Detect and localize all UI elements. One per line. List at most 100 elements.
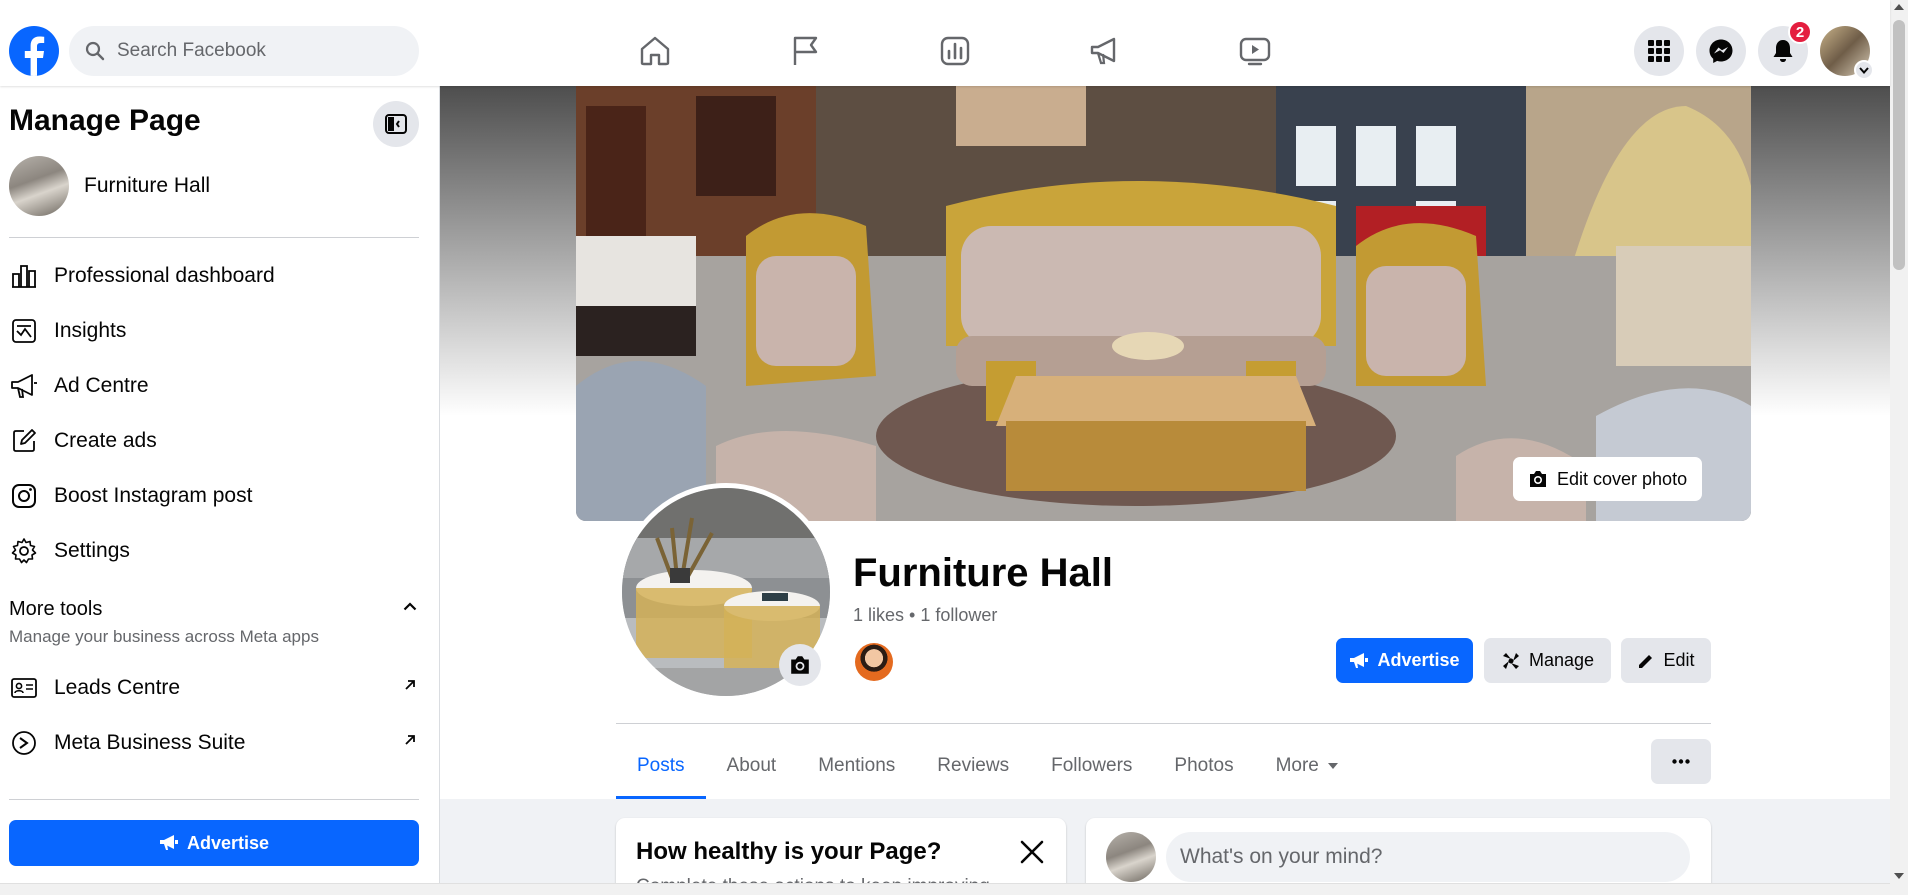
megaphone-icon [1349,652,1369,670]
home-icon [639,36,671,66]
external-link-icon [403,678,417,692]
messenger-icon [1708,38,1734,64]
sidebar-title: Manage Page [9,104,201,137]
advertise-button[interactable]: Advertise [1336,638,1473,683]
search-bar[interactable] [69,26,419,76]
camera-icon [1528,470,1548,488]
sidebar-page-switcher[interactable]: Furniture Hall [9,156,210,216]
tab-about[interactable]: About [706,733,798,799]
sidebar-item-boost-instagram[interactable]: Boost Instagram post [9,474,419,518]
cover-photo [576,86,1751,521]
tab-label: Reviews [937,755,1010,776]
sidebar-item-create-ads[interactable]: Create ads [9,419,419,463]
composer-input[interactable]: What's on your mind? [1166,832,1690,882]
nav-ads[interactable] [1030,22,1180,80]
external-link-icon [403,733,417,747]
tab-reviews[interactable]: Reviews [916,733,1030,799]
edit-button[interactable]: Edit [1621,638,1711,683]
tab-posts[interactable]: Posts [616,733,706,799]
chevron-up-icon[interactable] [403,602,417,611]
collapse-sidebar-button[interactable] [373,101,419,147]
contact-card-icon [9,673,39,703]
update-profile-picture-button[interactable] [779,644,821,686]
sidebar-toggle-icon [385,114,407,134]
watch-video-icon [1239,36,1271,66]
composer-avatar[interactable] [1106,832,1156,882]
more-options-button[interactable] [1651,739,1711,784]
instagram-icon [9,481,39,511]
tab-followers[interactable]: Followers [1030,733,1153,799]
sidebar-item-professional-dashboard[interactable]: Professional dashboard [9,254,419,298]
more-tools-section[interactable]: More tools Manage your business across M… [9,598,419,647]
edit-cover-photo-button[interactable]: Edit cover photo [1513,457,1703,501]
nav-pages[interactable] [730,22,880,80]
advertise-label: Advertise [1377,650,1460,670]
megaphone-icon [9,371,39,401]
dashboard-icon [9,261,39,291]
top-navigation-bar: 2 [0,0,1890,86]
manage-label: Manage [1528,650,1595,670]
ellipsis-icon [1672,759,1690,764]
messenger-button[interactable] [1696,26,1746,76]
pages-flag-icon [790,36,820,66]
caret-down-icon [1327,762,1339,770]
page-likes-followers[interactable]: 1 likes • 1 follower [853,605,997,626]
sidebar-advertise-button[interactable]: Advertise [9,820,419,866]
follower-avatar[interactable] [855,643,893,681]
tab-mentions[interactable]: Mentions [797,733,916,799]
edit-label: Edit [1663,650,1695,670]
nav-insights[interactable] [880,22,1030,80]
sidebar-item-label: Ad Centre [54,374,149,397]
notifications-button[interactable]: 2 [1758,20,1812,76]
tab-label: Followers [1051,755,1133,776]
sidebar-item-label: Meta Business Suite [54,731,246,754]
tab-more[interactable]: More [1255,733,1360,799]
search-input[interactable] [117,40,377,62]
grid-menu-icon [1648,40,1670,62]
facebook-logo-icon[interactable] [9,26,59,76]
sidebar-page-name: Furniture Hall [84,174,211,197]
sidebar-advertise-label: Advertise [186,832,270,853]
sidebar-item-meta-business-suite[interactable]: Meta Business Suite [9,721,419,765]
tab-photos[interactable]: Photos [1153,733,1254,799]
page-tabs: Posts About Mentions Reviews Followers P… [616,733,1360,799]
scroll-up-arrow[interactable] [1894,4,1904,10]
nav-home[interactable] [580,22,730,80]
sidebar-item-leads-centre[interactable]: Leads Centre [9,666,419,710]
insights-bar-chart-icon [940,36,970,66]
vertical-scrollbar[interactable] [1890,0,1908,895]
manage-button[interactable]: Manage [1484,638,1611,683]
sidebar-item-label: Leads Centre [54,676,181,699]
scrollbar-thumb[interactable] [1893,20,1905,270]
scroll-down-arrow[interactable] [1894,873,1904,879]
manage-page-sidebar: Manage Page Furniture Hall Professional … [0,86,440,895]
horizontal-scrollbar[interactable] [0,883,1890,895]
tab-label: Mentions [818,755,896,776]
pencil-icon [1637,652,1655,670]
megaphone-icon [159,834,179,852]
main-nav [580,22,1330,80]
sidebar-item-insights[interactable]: Insights [9,309,419,353]
tab-label: About [726,755,777,776]
sidebar-item-ad-centre[interactable]: Ad Centre [9,364,419,408]
account-controls: 2 [1634,20,1874,80]
health-card-title: How healthy is your Page? [636,838,942,865]
page-title: Furniture Hall [853,551,1114,595]
nav-watch[interactable] [1180,22,1330,80]
camera-icon [789,655,811,675]
account-avatar[interactable] [1820,26,1874,80]
sidebar-item-settings[interactable]: Settings [9,529,419,573]
sidebar-divider [9,237,419,238]
sidebar-item-label: Boost Instagram post [54,484,253,507]
pencil-square-icon [9,426,39,456]
menu-button[interactable] [1634,26,1684,76]
ads-megaphone-icon [1089,36,1121,66]
more-tools-heading: More tools [9,598,103,620]
tab-label: Posts [637,755,685,776]
tab-label: More [1275,755,1319,776]
edit-cover-photo-label: Edit cover photo [1557,468,1688,489]
sidebar-divider [9,799,419,800]
notification-count-badge: 2 [1788,20,1812,44]
composer-placeholder: What's on your mind? [1180,845,1383,868]
close-icon[interactable] [1016,836,1048,868]
